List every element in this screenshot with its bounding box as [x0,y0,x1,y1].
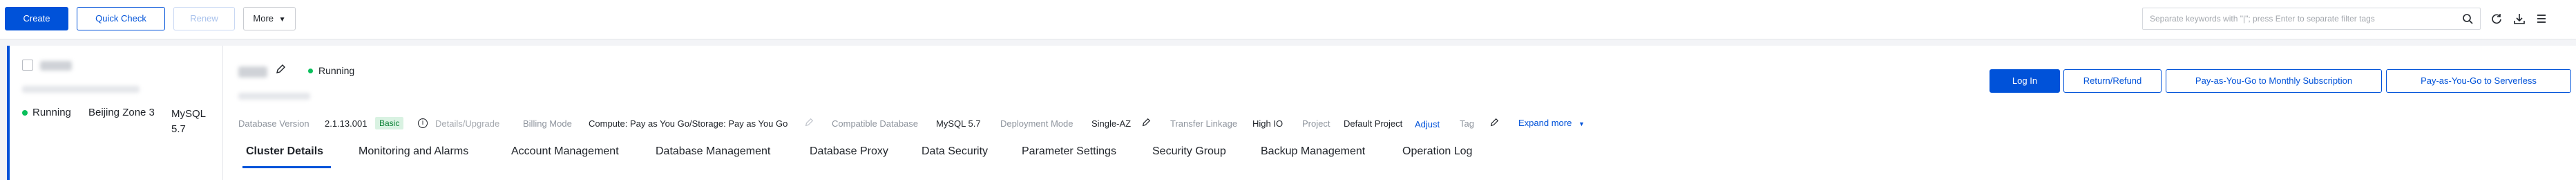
search-icon[interactable] [2461,12,2474,26]
search-box [2142,8,2481,30]
tab-database-management[interactable]: Database Management [656,145,770,158]
tab-backup-management[interactable]: Backup Management [1261,145,1365,158]
adjust-project-link[interactable]: Adjust [1415,119,1440,129]
database-version-value: 2.1.13.001 [325,118,368,129]
pay-as-you-go-to-serverless-button[interactable]: Pay-as-You-Go to Serverless [2386,69,2571,93]
detail-status: Running [318,65,355,76]
edit-name-icon[interactable] [275,64,286,78]
edit-deployment-icon[interactable] [1141,118,1151,131]
chevron-down-icon: ▼ [1578,120,1585,127]
detail-instance-id [238,93,310,100]
instance-engine: MySQL 5.7 [171,108,206,135]
deployment-mode-value: Single-AZ [1091,118,1132,129]
compatible-database-value: MySQL 5.7 [936,118,981,129]
menu-icon[interactable] [2535,12,2548,26]
running-status-dot [22,110,28,116]
database-version-label: Database Version [238,118,309,129]
tab-security-group[interactable]: Security Group [1152,145,1226,158]
tab-cluster-details[interactable]: Cluster Details [246,145,323,158]
active-tab-indicator [242,166,331,168]
instance-detail-panel [222,46,2576,180]
billing-mode-label: Billing Mode [523,118,572,129]
transfer-linkage-label: Transfer Linkage [1170,118,1238,129]
transfer-linkage-value: High IO [1252,118,1284,129]
more-dropdown[interactable]: More ▼ [243,7,296,30]
instance-checkbox[interactable] [22,60,33,71]
tab-database-proxy[interactable]: Database Proxy [810,145,888,158]
quick-check-button[interactable]: Quick Check [77,7,165,30]
search-input[interactable] [2143,8,2461,29]
instance-zone: Beijing Zone 3 [88,107,155,118]
instance-card[interactable]: Running Beijing Zone 3 MySQL 5.7 [7,46,222,180]
tab-data-security[interactable]: Data Security [922,145,988,158]
details-upgrade-link[interactable]: Details/Upgrade [435,118,499,129]
expand-more-link[interactable]: Expand more ▼ [1518,118,1585,128]
tag-label: Tag [1460,118,1474,129]
project-label: Project [1302,118,1330,129]
instance-id [22,86,140,93]
instance-name[interactable] [40,61,72,71]
instance-status: Running [32,107,71,118]
chevron-down-icon: ▼ [278,16,286,24]
billing-mode-value: Compute: Pay as You Go/Storage: Pay as Y… [589,118,788,129]
tab-account-management[interactable]: Account Management [511,145,619,158]
renew-button[interactable]: Renew [173,7,235,30]
tab-monitoring-and-alarms[interactable]: Monitoring and Alarms [359,145,468,158]
expand-more-label: Expand more [1518,118,1572,128]
more-label: More [253,13,274,24]
edit-tag-icon[interactable] [1489,118,1499,131]
tab-operation-log[interactable]: Operation Log [1402,145,1472,158]
pay-as-you-go-to-monthly-button[interactable]: Pay-as-You-Go to Monthly Subscription [2166,69,2382,93]
info-icon: i [418,118,428,128]
detail-instance-name [238,66,267,78]
create-button[interactable]: Create [5,7,68,30]
refresh-icon[interactable] [2490,12,2503,26]
log-in-button[interactable]: Log In [1990,69,2060,93]
toolbar: Create Quick Check Renew More ▼ [0,0,2576,39]
basic-tag: Basic [375,117,404,129]
project-value: Default Project [1344,118,1403,129]
deployment-mode-label: Deployment Mode [1000,118,1074,129]
return-refund-button[interactable]: Return/Refund [2063,69,2162,93]
edit-billing-icon[interactable] [804,118,814,131]
tab-parameter-settings[interactable]: Parameter Settings [1022,145,1116,158]
download-icon[interactable] [2512,12,2526,26]
detail-running-dot [308,69,313,73]
compatible-database-label: Compatible Database [832,118,919,129]
